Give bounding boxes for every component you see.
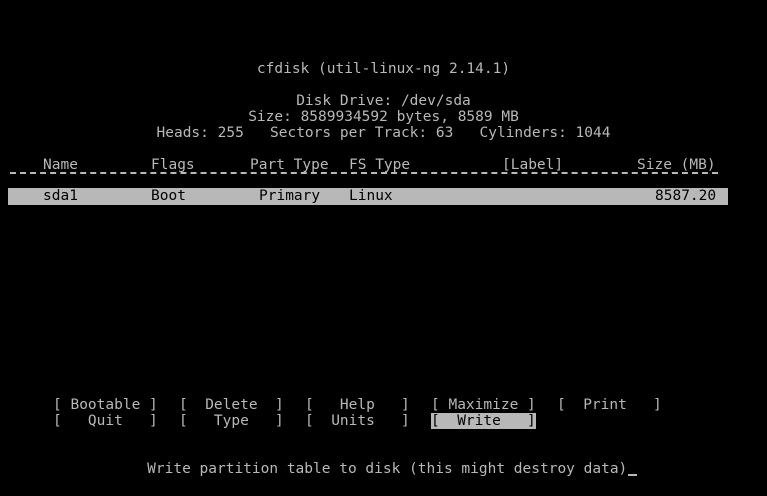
header-divider (10, 172, 718, 176)
units-button[interactable]: [ Units ] (305, 413, 410, 429)
status-line: Write partition table to disk (this migh… (0, 445, 767, 477)
write-button[interactable]: [ Write ] (431, 413, 536, 429)
column-header-name: Name (43, 157, 78, 173)
column-header-fs-type: FS Type (349, 157, 411, 173)
partition-fs-type: Linux (349, 188, 393, 204)
disk-geometry-label: Heads: 255 Sectors per Track: 63 Cylinde… (156, 125, 611, 141)
help-button[interactable]: [ Help ] (305, 397, 410, 413)
disk-size-label: Size: 8589934592 bytes, 8589 MB (248, 109, 519, 125)
text-cursor (628, 474, 638, 476)
quit-button[interactable]: [ Quit ] (53, 413, 158, 429)
maximize-button[interactable]: [ Maximize ] (431, 397, 536, 413)
column-header-flags: Flags (151, 157, 195, 173)
table-row[interactable]: sda1 Boot Primary Linux 8587.20 (8, 188, 728, 205)
column-header-part-type: Part Type (250, 157, 329, 173)
type-button[interactable]: [ Type ] (179, 413, 284, 429)
print-button[interactable]: [ Print ] (557, 397, 662, 413)
disk-drive-label: Disk Drive: /dev/sda (296, 93, 471, 109)
partition-name: sda1 (43, 188, 78, 204)
program-title: cfdisk (util-linux-ng 2.14.1) (256, 61, 511, 77)
bootable-button[interactable]: [ Bootable ] (53, 397, 158, 413)
column-header-label: [Label] (502, 157, 564, 173)
partition-flags: Boot (151, 188, 186, 204)
status-message: Write partition table to disk (this migh… (147, 461, 628, 477)
column-header-size: Size (MB) (637, 157, 716, 173)
delete-button[interactable]: [ Delete ] (179, 397, 284, 413)
partition-part-type: Primary (259, 188, 321, 204)
partition-size: 8587.20 (655, 188, 717, 204)
